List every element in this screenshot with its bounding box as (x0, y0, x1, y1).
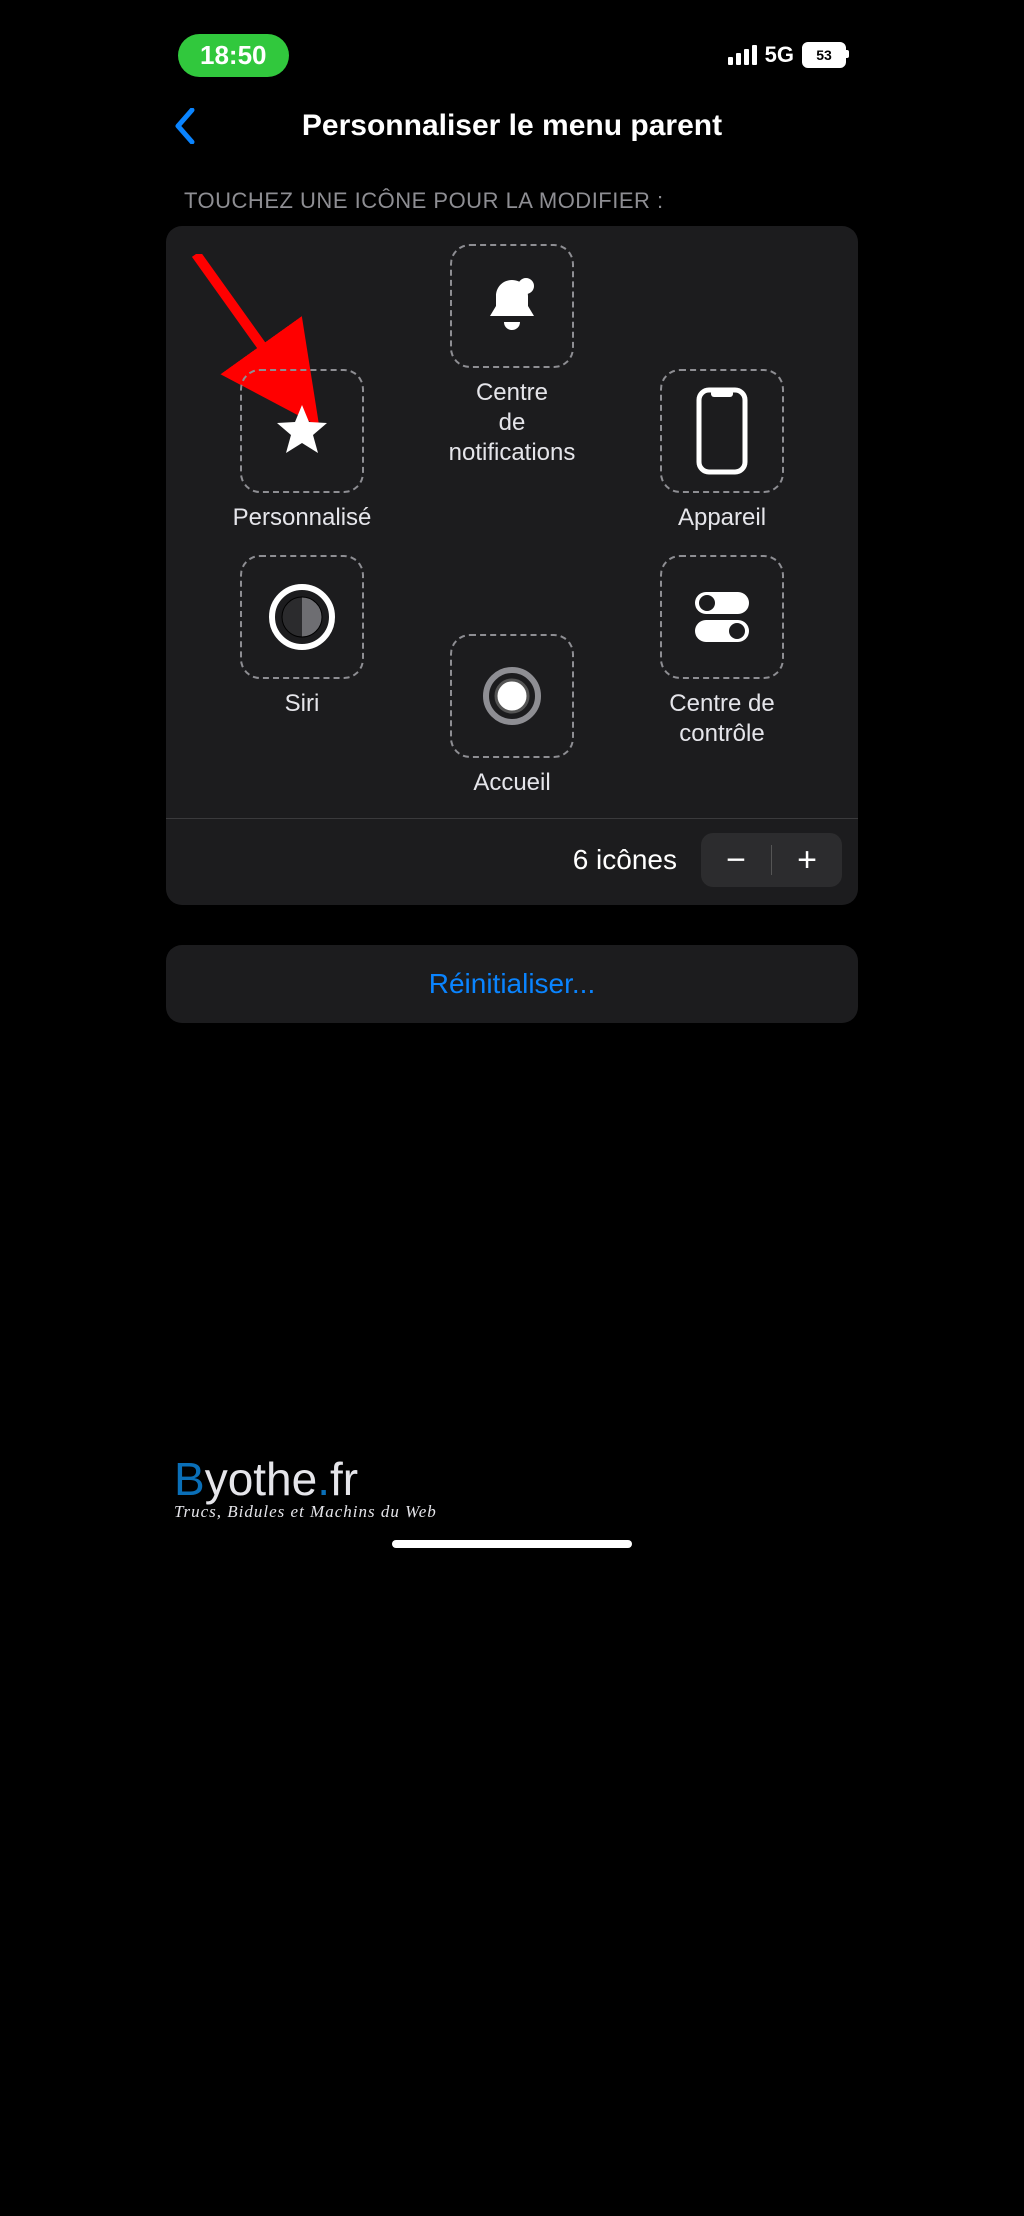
battery-percent: 53 (804, 44, 844, 66)
chevron-left-icon (174, 108, 196, 144)
icon-slot-device[interactable]: Appareil (642, 369, 802, 533)
icon-slot-notifications[interactable]: Centrede notifications (432, 244, 592, 468)
watermark-tagline: Trucs, Bidules et Machins du Web (174, 1502, 437, 1522)
icon-label: Appareil (642, 503, 802, 533)
card-footer: 6 icônes − + (166, 819, 858, 905)
icon-slot-custom[interactable]: Personnalisé (222, 369, 382, 533)
reset-button[interactable]: Réinitialiser... (423, 967, 602, 1001)
reset-card: Réinitialiser... (166, 945, 858, 1023)
toggles-icon (687, 582, 757, 652)
phone-icon (695, 386, 749, 476)
icon-label: Personnalisé (222, 503, 382, 533)
page-title: Personnaliser le menu parent (150, 109, 874, 143)
bell-icon (480, 274, 544, 338)
network-label: 5G (765, 42, 794, 68)
increase-button[interactable]: + (772, 833, 842, 887)
count-stepper: − + (701, 833, 842, 887)
icon-label: Accueil (432, 768, 592, 798)
battery-icon: 53 (802, 42, 846, 68)
status-right: 5G 53 (728, 42, 846, 68)
watermark-brand: Byothe.fr (174, 1452, 437, 1506)
back-button[interactable] (166, 108, 204, 144)
icon-label: Centrede notifications (432, 378, 592, 468)
signal-bars-icon (728, 45, 757, 65)
status-time: 18:50 (178, 34, 289, 77)
icon-slot-siri[interactable]: Siri (222, 555, 382, 719)
icon-grid: Centrede notifications Personnalisé (166, 244, 858, 804)
nav-bar: Personnaliser le menu parent (150, 90, 874, 174)
icon-label: Siri (222, 689, 382, 719)
home-button-icon (480, 664, 544, 728)
icon-slot-control-center[interactable]: Centre decontrôle (642, 555, 802, 749)
status-bar: 18:50 5G 53 (150, 0, 874, 90)
icon-slot-home[interactable]: Accueil (432, 634, 592, 798)
section-hint: TOUCHEZ UNE ICÔNE POUR LA MODIFIER : (150, 174, 874, 226)
home-indicator[interactable] (392, 1540, 632, 1548)
icons-card: Centrede notifications Personnalisé (166, 226, 858, 905)
icon-count-label: 6 icônes (573, 844, 677, 876)
icon-label: Centre decontrôle (642, 689, 802, 749)
siri-icon (267, 582, 337, 652)
site-watermark: Byothe.fr Trucs, Bidules et Machins du W… (174, 1452, 437, 1522)
star-icon (272, 401, 332, 461)
decrease-button[interactable]: − (701, 833, 771, 887)
